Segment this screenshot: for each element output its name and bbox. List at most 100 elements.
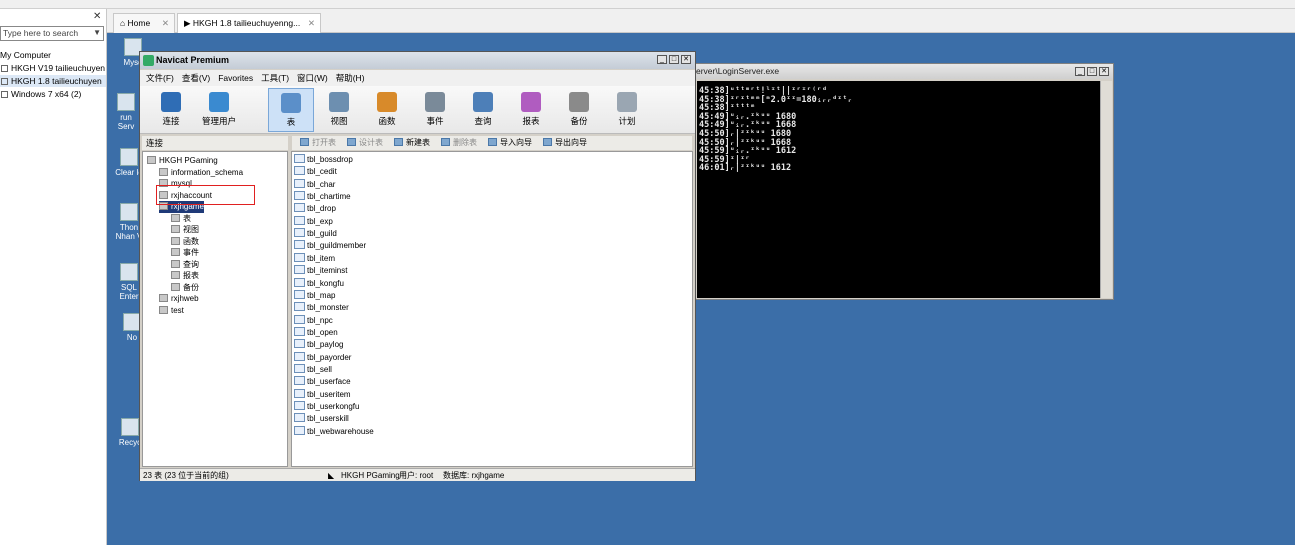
close-icon[interactable]: ✕ bbox=[162, 14, 169, 32]
status-database: 数据库: rxjhgame bbox=[443, 471, 505, 480]
vm-icon bbox=[1, 91, 8, 98]
object-toolbar-button[interactable]: 删除表 bbox=[437, 138, 477, 147]
toolbar-button[interactable]: 事件 bbox=[412, 88, 458, 132]
object-toolbar-button[interactable]: 打开表 bbox=[296, 138, 336, 147]
table-item[interactable]: tbl_open bbox=[294, 326, 338, 339]
close-icon[interactable]: ✕ bbox=[308, 14, 315, 32]
toolbar-button[interactable]: 计划 bbox=[604, 88, 650, 132]
library-root[interactable]: My Computer bbox=[0, 49, 106, 61]
table-item[interactable]: tbl_char bbox=[294, 178, 335, 191]
table-item[interactable]: tbl_cedit bbox=[294, 166, 337, 178]
object-toolbar-button[interactable]: 导入向导 bbox=[484, 138, 532, 147]
tree-node[interactable]: 表 bbox=[171, 213, 191, 225]
maximize-button[interactable]: □ bbox=[1087, 67, 1097, 76]
library-item[interactable]: HKGH V19 tailieuchuyen bbox=[0, 62, 106, 74]
object-toolbar-button[interactable]: 新建表 bbox=[390, 138, 430, 147]
table-item[interactable]: tbl_paylog bbox=[294, 339, 343, 351]
library-root-label: My Computer bbox=[0, 50, 52, 60]
menu-item[interactable]: 工具(T) bbox=[261, 73, 289, 83]
console-window[interactable]: erver\LoginServer.exe _ □ ✕ 45:38]ᵘᵗᵗᵐʳᵗ… bbox=[693, 63, 1114, 300]
menu-item[interactable]: 帮助(H) bbox=[336, 73, 365, 83]
status-count: 23 表 (23 位于当前的组) bbox=[143, 471, 229, 480]
tree-node[interactable]: information_schema bbox=[159, 167, 243, 179]
table-item[interactable]: tbl_chartime bbox=[294, 191, 351, 203]
library-item[interactable]: HKGH 1.8 tailieuchuyen bbox=[0, 75, 106, 87]
search-placeholder: Type here to search bbox=[3, 28, 79, 38]
tree-node[interactable]: 视图 bbox=[171, 224, 199, 236]
navicat-window[interactable]: Navicat Premium _ □ ✕ 文件(F) 查看(V) Favorite… bbox=[139, 51, 696, 481]
toolbar-icon bbox=[521, 92, 541, 112]
object-toolbar-button[interactable]: 设计表 bbox=[343, 138, 383, 147]
close-button[interactable]: ✕ bbox=[681, 55, 691, 64]
toolbar-button[interactable]: 查询 bbox=[460, 88, 506, 132]
connection-panel-header: 连接 bbox=[142, 136, 288, 150]
search-input[interactable]: Type here to search ▼ bbox=[0, 26, 104, 41]
table-item[interactable]: tbl_useritem bbox=[294, 388, 351, 401]
desktop-icon-label: Recyc bbox=[118, 438, 142, 447]
tree-node[interactable]: HKGH PGaming bbox=[147, 155, 218, 167]
close-button[interactable]: ✕ bbox=[1099, 67, 1109, 76]
library-item-label: Windows 7 x64 (2) bbox=[11, 89, 82, 99]
minimize-button[interactable]: _ bbox=[657, 55, 667, 64]
table-item[interactable]: tbl_npc bbox=[294, 314, 333, 327]
toolbar-button[interactable]: 连接 bbox=[148, 88, 194, 132]
table-item[interactable]: tbl_userkongfu bbox=[294, 401, 359, 413]
tab-home[interactable]: ⌂ Home ✕ bbox=[113, 13, 175, 33]
table-item[interactable]: tbl_iteminst bbox=[294, 265, 347, 277]
table-item[interactable]: tbl_webwarehouse bbox=[294, 425, 374, 438]
close-icon[interactable]: ✕ bbox=[93, 11, 101, 22]
tree-node-label: 事件 bbox=[183, 248, 199, 257]
table-item[interactable]: tbl_monster bbox=[294, 302, 349, 314]
tree-node[interactable]: 查询 bbox=[171, 259, 199, 271]
console-title[interactable]: erver\LoginServer.exe bbox=[694, 64, 1113, 79]
toolbar-button[interactable]: 视图 bbox=[316, 88, 362, 132]
table-item[interactable]: tbl_bossdrop bbox=[294, 154, 353, 166]
minimize-button[interactable]: _ bbox=[1075, 67, 1085, 76]
table-icon bbox=[294, 215, 305, 225]
window-title[interactable]: Navicat Premium bbox=[140, 52, 695, 69]
table-item[interactable]: tbl_kongfu bbox=[294, 277, 344, 290]
toolbar-button[interactable]: 表 bbox=[268, 88, 314, 132]
table-item[interactable]: tbl_sell bbox=[294, 363, 332, 376]
tab-vm[interactable]: ▶ HKGH 1.8 tailieuchuyenng... ✕ bbox=[177, 13, 321, 33]
table-item[interactable]: tbl_item bbox=[294, 252, 335, 265]
tree-node[interactable]: 事件 bbox=[171, 247, 199, 259]
tree-node[interactable]: 函数 bbox=[171, 236, 199, 248]
recycle-bin-icon bbox=[121, 418, 139, 436]
app-icon bbox=[117, 93, 135, 111]
maximize-button[interactable]: □ bbox=[669, 55, 679, 64]
table-item[interactable]: tbl_guild bbox=[294, 228, 337, 240]
table-item[interactable]: tbl_guildmember bbox=[294, 240, 366, 252]
menu-item[interactable]: 窗口(W) bbox=[297, 73, 328, 83]
toolbar-button[interactable]: 函数 bbox=[364, 88, 410, 132]
scrollbar[interactable] bbox=[1100, 81, 1112, 298]
table-item[interactable]: tbl_exp bbox=[294, 215, 333, 228]
menu-item[interactable]: 查看(V) bbox=[182, 73, 210, 83]
main-toolbar: 连接 管理用户 表 视图 函数 事件 查询 报表 备份 计划 bbox=[140, 86, 695, 134]
tree-node-label: 视图 bbox=[183, 225, 199, 234]
toolbar-button[interactable]: 备份 bbox=[556, 88, 602, 132]
tab-label: Home bbox=[127, 18, 151, 28]
table-item[interactable]: tbl_payorder bbox=[294, 351, 351, 364]
table-item[interactable]: tbl_userskill bbox=[294, 413, 349, 425]
toolbar-button[interactable]: 管理用户 bbox=[196, 88, 242, 132]
desktop-icon[interactable]: run Serv bbox=[111, 93, 141, 131]
object-toolbar-button[interactable]: 导出向导 bbox=[539, 138, 587, 147]
tree-node[interactable]: 备份 bbox=[171, 282, 199, 294]
table-icon bbox=[294, 203, 305, 213]
chevron-down-icon[interactable]: ▼ bbox=[93, 28, 101, 37]
library-item[interactable]: Windows 7 x64 (2) bbox=[0, 88, 106, 100]
desktop-icon-label: No bbox=[126, 333, 138, 342]
menu-item[interactable]: 文件(F) bbox=[146, 73, 174, 83]
menu-item[interactable]: Favorites bbox=[218, 73, 253, 83]
table-item[interactable]: tbl_userface bbox=[294, 376, 351, 388]
toolbar-button[interactable]: 报表 bbox=[508, 88, 554, 132]
tree-node[interactable]: test bbox=[159, 305, 184, 317]
home-icon: ⌂ bbox=[120, 18, 126, 28]
tree-node[interactable]: rxjhweb bbox=[159, 293, 199, 305]
tree-node[interactable]: 报表 bbox=[171, 270, 199, 282]
table-item[interactable]: tbl_drop bbox=[294, 203, 336, 215]
menu-bar: 文件(F) 查看(V) Favorites 工具(T) 窗口(W) 帮助(H) bbox=[140, 70, 695, 86]
table-item[interactable]: tbl_map bbox=[294, 289, 336, 302]
table-item-label: tbl_map bbox=[307, 290, 336, 300]
